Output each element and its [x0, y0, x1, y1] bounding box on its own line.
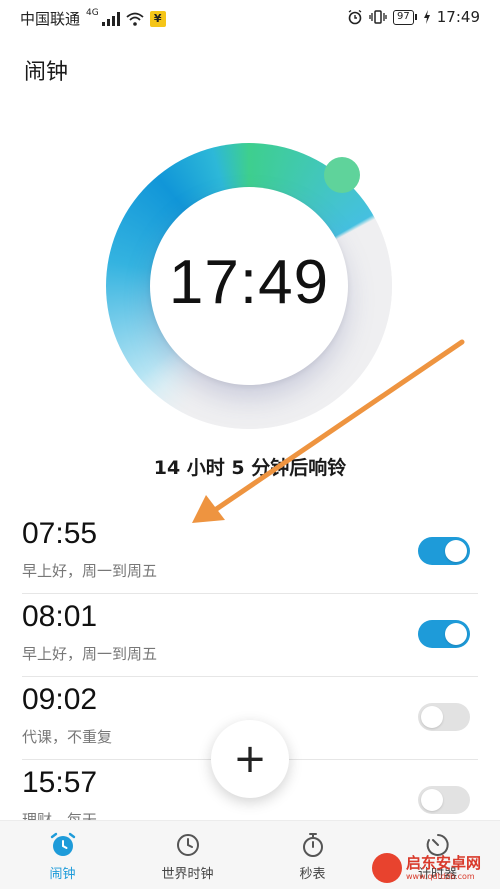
alarm-status-icon	[348, 9, 362, 25]
alarm-description: 代课，不重复	[22, 728, 113, 746]
network-type: 4G	[86, 7, 99, 18]
status-left: 中国联通 4G ¥	[20, 8, 166, 29]
alarm-time: 15:57	[22, 766, 98, 799]
alarm-time: 07:55	[22, 517, 98, 550]
status-right: 97 17:49	[347, 8, 480, 26]
page-title: 闹钟	[24, 60, 69, 85]
alarm-row[interactable]: 07:55 早上好，周一到周五	[0, 511, 500, 594]
charging-icon	[423, 10, 430, 24]
alarm-toggle[interactable]	[418, 703, 470, 731]
next-alarm-countdown: 14 小时 5 分钟后响铃	[153, 457, 347, 479]
status-time: 17:49	[436, 8, 480, 26]
watermark: 启东安卓网 www.qdtdzb.com	[372, 850, 494, 886]
tab-world-clock[interactable]: 世界时钟	[125, 821, 250, 889]
plus-icon: +	[233, 736, 267, 782]
dial-time: 17:49	[168, 248, 330, 317]
alarm-time: 09:02	[22, 683, 98, 716]
alarm-description: 早上好，周一到周五	[22, 562, 158, 580]
payment-icon: ¥	[149, 10, 166, 27]
tab-alarm[interactable]: 闹钟	[0, 821, 125, 889]
tab-label: 世界时钟	[161, 867, 214, 882]
world-clock-icon	[176, 834, 199, 856]
alarm-toggle[interactable]	[418, 537, 470, 565]
alarm-description: 早上好，周一到周五	[22, 645, 158, 663]
signal-icon	[101, 11, 120, 26]
alarm-toggle[interactable]	[418, 786, 470, 814]
alarm-clock-icon	[50, 832, 75, 856]
stopwatch-icon	[302, 833, 323, 857]
clock-dial: 17:49	[106, 143, 392, 429]
watermark-url: www.qdtdzb.com	[406, 871, 475, 881]
battery-level: 97	[393, 9, 414, 25]
tab-label: 秒表	[299, 867, 326, 882]
tab-stopwatch[interactable]: 秒表	[250, 821, 375, 889]
alarm-toggle[interactable]	[418, 620, 470, 648]
alarm-time: 08:01	[22, 600, 98, 633]
vibrate-icon	[369, 10, 387, 24]
dial-progress-cap	[324, 157, 360, 193]
alarm-row[interactable]: 08:01 早上好，周一到周五	[0, 594, 500, 677]
wifi-icon	[126, 12, 144, 26]
battery-icon: 97	[393, 9, 417, 25]
tab-label: 闹钟	[49, 867, 76, 882]
dial-face: 17:49	[150, 187, 348, 385]
status-bar: 中国联通 4G ¥ 97 17:49	[0, 0, 500, 36]
add-alarm-button[interactable]: +	[211, 720, 289, 798]
watermark-name: 启东安卓网	[406, 853, 482, 872]
carrier-name: 中国联通	[20, 10, 81, 28]
watermark-logo-icon	[372, 853, 402, 883]
